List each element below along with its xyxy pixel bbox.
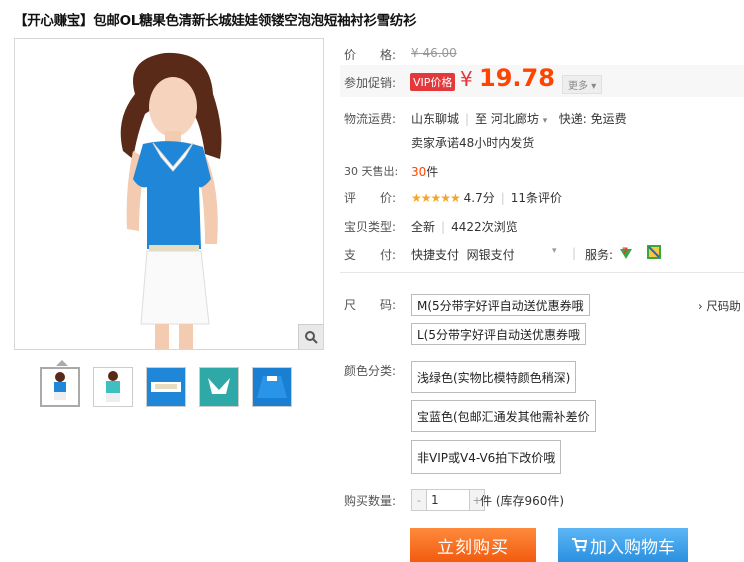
rating-score: 4.7分 bbox=[463, 191, 495, 205]
seven-day-return-icon[interactable]: 7 bbox=[617, 243, 635, 264]
more-label: 更多 bbox=[568, 81, 588, 92]
item-type-label: 宝贝类型: bbox=[344, 220, 397, 234]
service-label: 服务: bbox=[585, 248, 614, 262]
zoom-button[interactable] bbox=[298, 324, 323, 349]
quantity-input[interactable]: 1 bbox=[426, 490, 470, 510]
shipping-label: 物流运费: bbox=[344, 112, 397, 126]
price-label: 价 格: bbox=[344, 48, 397, 62]
ship-to-label: 至 bbox=[475, 112, 488, 126]
add-to-cart-label: 加入购物车 bbox=[590, 537, 675, 558]
divider: | bbox=[441, 220, 446, 234]
review-count-link[interactable]: 11条评价 bbox=[511, 191, 562, 205]
quantity-decrease-button[interactable]: - bbox=[412, 490, 426, 510]
svg-text:7: 7 bbox=[622, 247, 628, 257]
chevron-down-icon: ▾ bbox=[591, 81, 597, 92]
thumbnail-2[interactable] bbox=[93, 367, 133, 407]
payment-label: 支 付: bbox=[344, 248, 397, 262]
item-type-info: 全新 | 4422次浏览 bbox=[411, 218, 518, 235]
buy-now-button[interactable]: 立刻购买 bbox=[410, 528, 536, 562]
color-option-non-vip[interactable]: 非VIP或V4-V6拍下改价哦 bbox=[411, 440, 562, 474]
quantity-stepper: - 1 + bbox=[411, 489, 485, 511]
buy-now-label: 立刻购买 bbox=[437, 537, 509, 558]
divider: | bbox=[465, 112, 470, 126]
star-rating-icon: ★★★★★ bbox=[411, 191, 461, 205]
promo-label: 参加促销: bbox=[344, 76, 397, 90]
main-product-image[interactable] bbox=[14, 38, 324, 350]
sales-unit: 件 bbox=[426, 165, 439, 179]
rating-info: ★★★★★ 4.7分 | 11条评价 bbox=[411, 189, 562, 206]
stock-info: 件 (库存960件) bbox=[480, 494, 565, 508]
view-count: 4422次浏览 bbox=[451, 220, 518, 234]
promo-currency: ¥ bbox=[460, 67, 473, 91]
thumbnail-5[interactable] bbox=[252, 367, 292, 407]
color-option-royal-blue[interactable]: 宝蓝色(包邮汇通发其他需补差价 bbox=[411, 400, 596, 432]
thumbnail-1[interactable] bbox=[40, 367, 80, 407]
color-option-light-green[interactable]: 浅绿色(实物比模特颜色稍深) bbox=[411, 361, 577, 393]
section-divider bbox=[340, 272, 744, 273]
ship-to: 河北廊坊 bbox=[490, 112, 539, 126]
original-price: ¥ 46.00 bbox=[411, 46, 457, 60]
magnifier-icon bbox=[305, 331, 318, 344]
shipping-info: 山东聊城 | 至 河北廊坊 ▾ 快递: 免运费 bbox=[411, 110, 627, 127]
thumb-indicator bbox=[56, 360, 68, 366]
item-condition: 全新 bbox=[411, 220, 436, 234]
vip-price-badge: VIP价格 bbox=[410, 73, 456, 91]
thumbnail-4[interactable] bbox=[199, 367, 239, 407]
quantity-label: 购买数量: bbox=[344, 494, 397, 508]
thumbnail-3[interactable] bbox=[146, 367, 186, 407]
sales-number: 30 bbox=[411, 165, 427, 179]
chevron-down-icon: ▾ bbox=[542, 116, 548, 126]
shopping-cart-icon bbox=[572, 538, 587, 552]
size-option-m[interactable]: M(5分带字好评自动送优惠券哦 bbox=[411, 294, 590, 316]
divider: | bbox=[500, 191, 505, 205]
add-to-cart-button[interactable]: 加入购物车 bbox=[558, 528, 688, 562]
more-promos-button[interactable]: 更多 ▾ bbox=[562, 75, 603, 94]
service-guarantee-icon[interactable] bbox=[647, 245, 661, 262]
payment-dropdown[interactable]: ▾ bbox=[552, 246, 557, 256]
ship-to-select[interactable]: 河北廊坊 ▾ bbox=[491, 112, 547, 126]
promo-price: 19.78 bbox=[479, 64, 555, 92]
size-option-l[interactable]: L(5分带字好评自动送优惠券哦 bbox=[411, 323, 587, 345]
divider: | bbox=[572, 246, 577, 260]
sales-label: 30 天售出: bbox=[344, 165, 399, 178]
product-title: 【开心赚宝】包邮OL糖果色清新长城娃娃领镂空泡泡短袖衬衫雪纺衫 bbox=[14, 13, 417, 29]
sales-count: 30件 bbox=[411, 163, 438, 180]
express-fee: 快递: 免运费 bbox=[558, 112, 627, 126]
chevron-down-icon: ▾ bbox=[552, 246, 557, 256]
ship-promise: 卖家承诺48小时内发货 bbox=[411, 136, 535, 150]
size-label: 尺 码: bbox=[344, 298, 397, 312]
model-photo bbox=[15, 39, 323, 349]
size-guide-link[interactable]: › 尺码助 bbox=[698, 298, 741, 314]
payment-methods: 快捷支付 网银支付 bbox=[411, 248, 515, 262]
color-label: 颜色分类: bbox=[344, 364, 397, 378]
thumbnail-strip bbox=[40, 367, 292, 407]
rating-label: 评 价: bbox=[344, 191, 397, 205]
ship-from: 山东聊城 bbox=[411, 112, 460, 126]
